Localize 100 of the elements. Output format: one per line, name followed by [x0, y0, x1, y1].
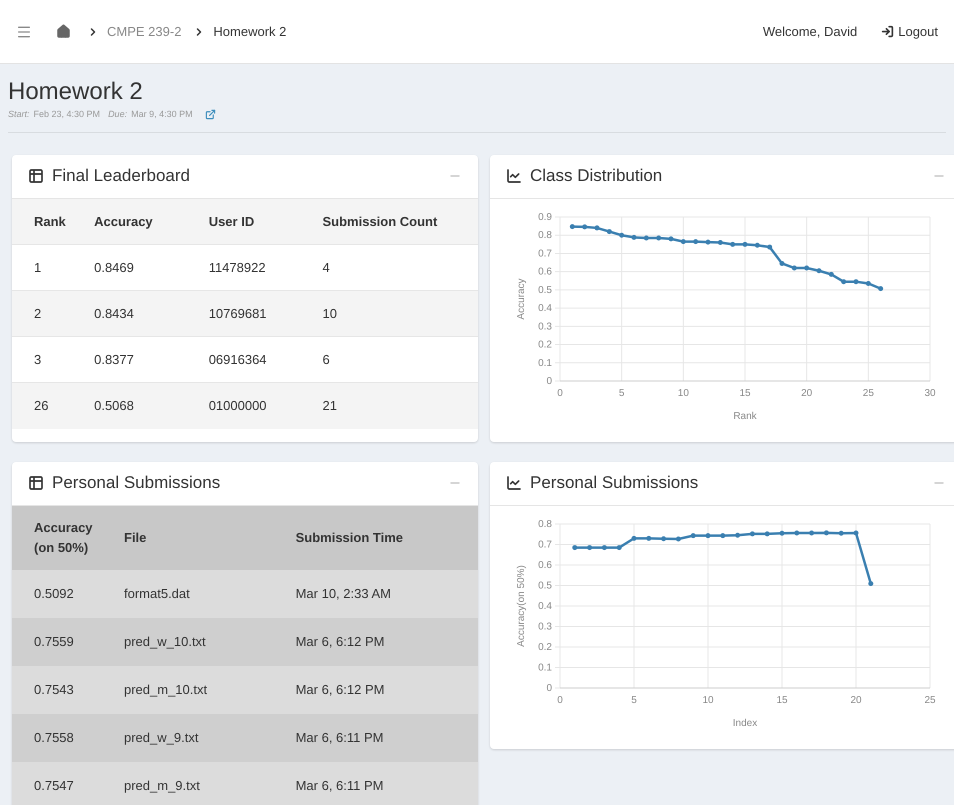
start-date: Feb 23, 4:30 PM [34, 108, 100, 121]
data-point [767, 244, 772, 250]
table-cell: 0.7559 [12, 618, 102, 666]
data-point [619, 232, 624, 238]
x-tick-label: 25 [862, 388, 874, 398]
data-point [661, 536, 666, 541]
data-point [632, 234, 636, 240]
table-cell: 10769681 [186, 290, 300, 336]
welcome-text: Welcome, David [762, 22, 858, 41]
column-header: Submission Time [274, 506, 478, 570]
data-point [868, 580, 874, 586]
y-tick-label: 0.8 [538, 230, 552, 241]
data-point [816, 268, 822, 273]
table-cell: Mar 6, 6:11 PM [274, 714, 478, 762]
data-point [735, 532, 740, 538]
logout-icon [881, 25, 894, 38]
data-point [693, 238, 698, 244]
breadcrumb-link[interactable]: Homework 2 [213, 22, 286, 42]
data-point [644, 234, 649, 240]
table-cell: pred_w_9.txt [102, 714, 274, 762]
data-point [646, 535, 652, 540]
table-icon [28, 475, 44, 491]
table-cell: Mar 6, 6:12 PM [274, 666, 478, 714]
table-cell: 01000000 [186, 382, 300, 428]
y-tick-label: 0.7 [538, 539, 552, 550]
y-tick-label: 0 [546, 682, 552, 694]
logout-button[interactable]: Logout [881, 22, 938, 42]
home-icon[interactable] [56, 24, 71, 39]
breadcrumb-link[interactable]: CMPE 239-2 [107, 22, 182, 42]
menu-button[interactable] [16, 24, 32, 40]
column-header: Rank [12, 198, 72, 244]
data-point [656, 234, 662, 240]
data-point [690, 532, 696, 538]
data-point [854, 278, 858, 284]
table-cell: 0.5092 [12, 570, 102, 618]
y-tick-label: 0.5 [538, 580, 552, 591]
data-point [570, 224, 575, 229]
data-point [572, 544, 578, 550]
data-point [676, 536, 681, 541]
column-header: File [102, 506, 274, 570]
panel-title: Final Leaderboard [52, 165, 190, 188]
data-point [754, 242, 760, 248]
external-link-icon[interactable] [204, 109, 216, 120]
table-cell: 0.7543 [12, 666, 102, 714]
table-cell: 0.7558 [12, 714, 102, 762]
table-icon [28, 168, 44, 184]
x-tick-label: 10 [678, 388, 689, 398]
x-tick-label: 15 [776, 694, 788, 706]
table-cell: 26 [12, 382, 72, 428]
start-label: Start: [8, 108, 30, 121]
y-tick-label: 0.6 [538, 560, 552, 570]
due-label: Due: [108, 108, 128, 121]
x-tick-label: 25 [924, 694, 936, 706]
data-point [828, 271, 834, 276]
data-point [720, 532, 726, 538]
table-cell: 21 [300, 382, 478, 428]
panel-title: Personal Submissions [52, 472, 220, 494]
y-tick-label: 0.1 [538, 357, 552, 368]
y-tick-label: 0.8 [538, 518, 552, 530]
y-tick-label: 0.3 [538, 621, 552, 632]
table-cell: Mar 6, 6:12 PM [274, 618, 478, 666]
table-cell: 0.5068 [72, 382, 187, 428]
table-cell: pred_w_10.txt [102, 618, 274, 666]
x-tick-label: 5 [631, 694, 637, 706]
data-point [804, 265, 810, 270]
x-tick-label: 10 [702, 694, 714, 706]
data-point [841, 278, 846, 284]
data-point [866, 280, 871, 286]
column-header: User ID [186, 198, 300, 244]
x-tick-label: 5 [618, 388, 624, 398]
y-tick-label: 0.7 [538, 248, 552, 259]
table-cell: pred_m_10.txt [102, 666, 274, 714]
column-header: Accuracy (on 50%) [12, 506, 102, 570]
data-point [750, 530, 755, 536]
data-point [838, 530, 844, 536]
table-cell: 11478922 [186, 244, 300, 290]
menu-icon [16, 24, 32, 40]
data-point [616, 544, 622, 550]
y-tick-label: 0.3 [538, 320, 552, 332]
data-point [780, 530, 784, 536]
data-point [792, 265, 797, 270]
table-cell: Mar 10, 2:33 AM [274, 570, 478, 618]
y-tick-label: 0.9 [538, 212, 552, 222]
data-point [594, 224, 600, 230]
data-point [602, 544, 607, 550]
x-tick-label: 30 [924, 388, 936, 398]
panel-title: Personal Submissions [530, 472, 698, 494]
data-point [706, 532, 710, 538]
table-cell: 0.8469 [72, 244, 187, 290]
x-tick-label: 20 [850, 694, 862, 706]
data-point [854, 530, 858, 536]
y-tick-label: 0.4 [538, 302, 552, 314]
y-tick-label: 0.4 [538, 600, 552, 612]
data-point [878, 286, 884, 291]
data-point [718, 240, 723, 244]
x-axis-title: Index [732, 718, 758, 728]
table-cell: 06916364 [186, 336, 300, 382]
data-point [780, 260, 784, 266]
data-point [742, 241, 748, 246]
table-cell: 4 [300, 244, 478, 290]
